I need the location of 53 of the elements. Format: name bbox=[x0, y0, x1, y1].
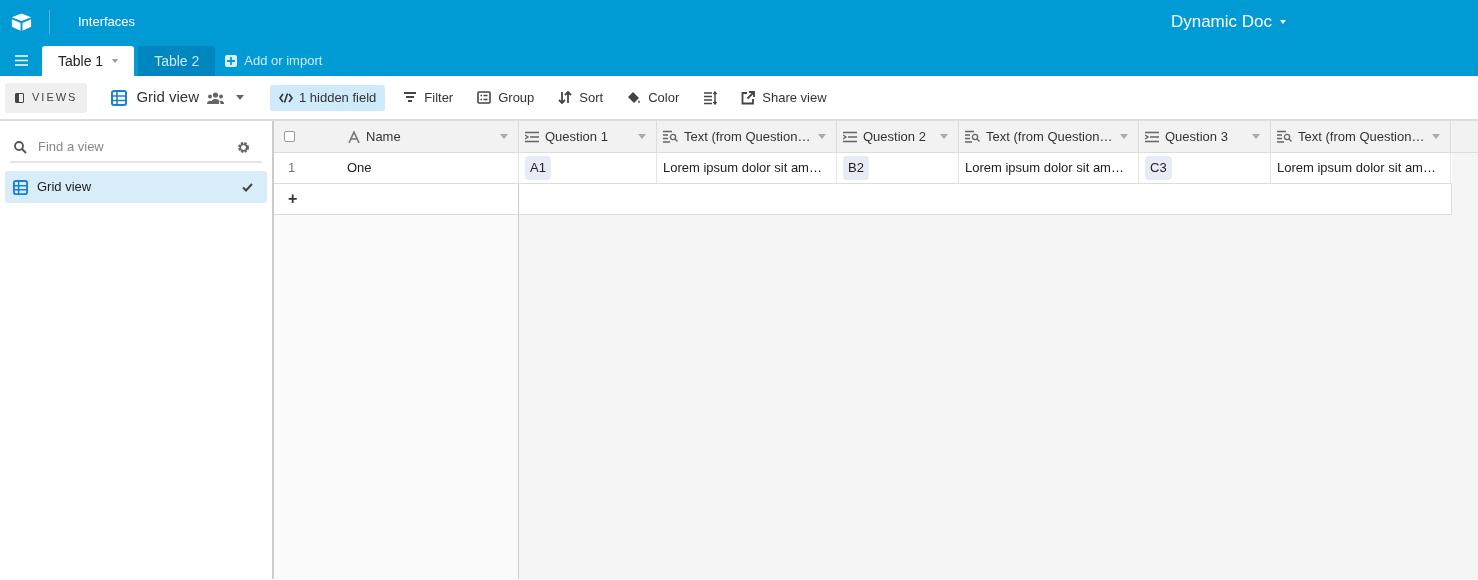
caret-icon[interactable] bbox=[235, 95, 244, 100]
column-header[interactable]: Question 1 bbox=[519, 121, 657, 152]
column-header[interactable]: Question 2 bbox=[837, 121, 959, 152]
option-tag: B2 bbox=[843, 156, 869, 180]
group-button[interactable]: Group bbox=[477, 87, 535, 108]
hidden-code-icon bbox=[278, 92, 293, 103]
lookup-field-icon bbox=[1277, 130, 1292, 143]
filter-button[interactable]: Filter bbox=[403, 87, 454, 108]
option-tag: C3 bbox=[1145, 156, 1172, 180]
column-header[interactable]: Text (from Question… bbox=[959, 121, 1139, 152]
group-icon bbox=[477, 90, 492, 105]
logo-icon[interactable] bbox=[10, 12, 33, 32]
column-header[interactable]: Text (from Question… bbox=[657, 121, 837, 152]
people-icon bbox=[206, 91, 224, 104]
views-button[interactable]: VIEWS bbox=[5, 82, 88, 113]
sort-button[interactable]: Sort bbox=[558, 87, 604, 108]
table-cell-text: One bbox=[347, 159, 372, 178]
search-icon bbox=[14, 140, 27, 154]
settings-icon[interactable] bbox=[237, 140, 250, 154]
menu-icon[interactable] bbox=[15, 55, 28, 66]
multiline-field-icon bbox=[525, 130, 539, 143]
color-button[interactable]: Color bbox=[627, 87, 680, 108]
sidebar-icon bbox=[15, 92, 24, 103]
table-tab[interactable]: Table 1 bbox=[42, 46, 135, 76]
option-tag: A1 bbox=[525, 156, 551, 180]
table-cell-text: Lorem ipsum dolor sit am… bbox=[965, 159, 1124, 178]
paint-bucket-icon bbox=[627, 90, 642, 105]
table-cell-text: Lorem ipsum dolor sit am… bbox=[663, 159, 822, 178]
column-header[interactable]: Text (from Question… bbox=[1271, 121, 1451, 152]
multiline-field-icon bbox=[1145, 130, 1159, 143]
caret-icon bbox=[112, 59, 119, 63]
check-icon bbox=[242, 182, 253, 192]
share-button[interactable]: Share view bbox=[741, 87, 827, 108]
search-field[interactable]: Find a view bbox=[38, 137, 237, 157]
row-height-icon[interactable] bbox=[703, 90, 718, 105]
filter-icon bbox=[403, 90, 418, 105]
multiline-field-icon bbox=[843, 130, 857, 143]
select-all-checkbox[interactable] bbox=[284, 131, 295, 142]
view-item[interactable]: Grid view bbox=[5, 171, 267, 203]
column-header[interactable]: Question 3 bbox=[1139, 121, 1271, 152]
grid-icon bbox=[111, 89, 128, 106]
row-number: 1 bbox=[288, 159, 297, 178]
hidden-fields-button[interactable]: 1 hidden field bbox=[269, 84, 386, 111]
text-field-icon bbox=[348, 130, 360, 143]
column-header[interactable]: Name bbox=[274, 121, 519, 152]
lookup-field-icon bbox=[663, 130, 678, 143]
table-cell-text: Lorem ipsum dolor sit am… bbox=[1277, 159, 1436, 178]
grid-icon bbox=[13, 179, 28, 195]
plus-icon bbox=[225, 55, 238, 67]
share-icon bbox=[741, 90, 756, 105]
lookup-field-icon bbox=[965, 130, 980, 143]
sort-icon bbox=[558, 90, 573, 105]
view-name[interactable]: Grid view bbox=[136, 86, 199, 109]
